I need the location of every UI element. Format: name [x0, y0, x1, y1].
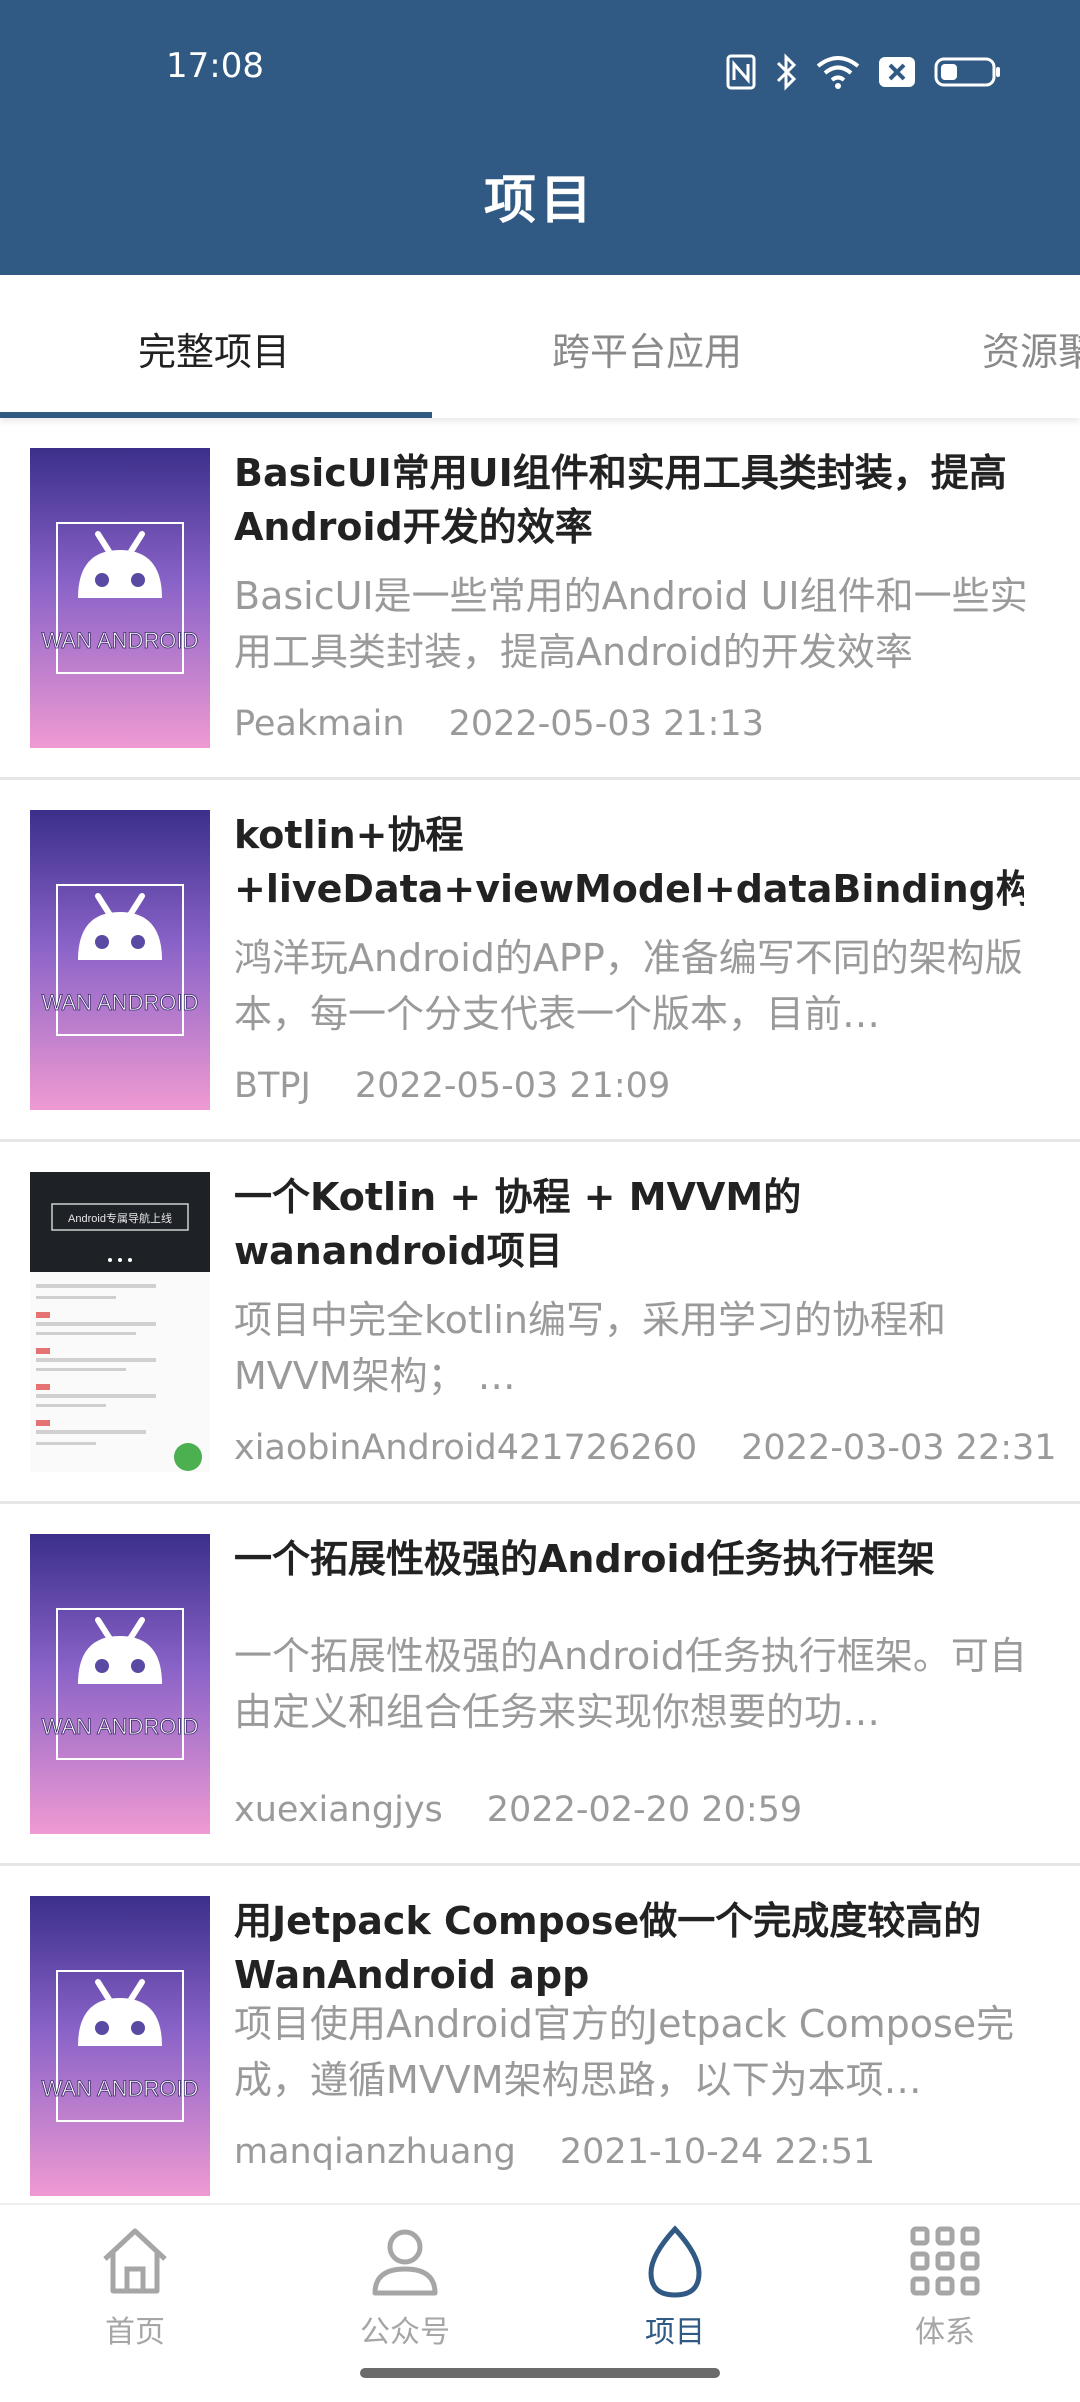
item-date: 2022-05-03 21:13	[448, 704, 764, 744]
nav-label: 体系	[915, 2315, 975, 2350]
item-title: kotlin+协程 +liveData+viewModel+dataBinding…	[234, 813, 1024, 911]
project-thumbnail: WAN ANDROID	[30, 1896, 210, 2196]
status-time: 17:08	[166, 46, 264, 86]
item-description: 一个拓展性极强的Android任务执行框架。可自由定义和组合任务来实现你想要的功…	[234, 1634, 1027, 1734]
item-meta: Peakmain 2022-05-03 21:13	[234, 704, 764, 744]
item-title: 一个拓展性极强的Android任务执行框架	[234, 1537, 935, 1581]
item-meta: xiaobinAndroid421726260 2022-03-03 22:31	[234, 1428, 1057, 1468]
nfc-icon	[726, 54, 756, 90]
nav-label: 公众号	[360, 2315, 450, 2350]
egg-icon	[648, 2225, 702, 2298]
project-list[interactable]: WAN ANDROID BasicUI常用UI组件和实用工具类封装，提高Andr…	[0, 418, 1080, 2203]
person-icon	[372, 2229, 438, 2296]
list-item[interactable]: WAN ANDROID 用Jetpack Compose做一个完成度较高的Wan…	[0, 1866, 1080, 2203]
thumb-label: WAN ANDROID	[42, 1714, 199, 1739]
item-meta: BTPJ 2022-05-03 21:09	[234, 1066, 670, 1106]
tab-indicator	[0, 412, 432, 418]
item-author: manqianzhuang	[234, 2132, 516, 2172]
item-author: Peakmain	[234, 704, 405, 744]
nav-official-accounts[interactable]: 公众号	[320, 2223, 490, 2351]
item-description: BasicUI是一些常用的Android UI组件和一些实用工具类封装，提高An…	[234, 574, 1028, 674]
tab-resource-aggregation[interactable]: 资源聚合类	[982, 321, 1080, 376]
status-icons	[726, 50, 1002, 94]
project-thumbnail: WAN ANDROID	[30, 810, 210, 1110]
project-thumbnail: WAN ANDROID	[30, 1534, 210, 1834]
page-title: 项目	[483, 171, 596, 231]
thumb-label: Android专属导航上线	[68, 1211, 172, 1225]
list-item[interactable]: WAN ANDROID kotlin+协程 +liveData+viewModel…	[0, 780, 1080, 1142]
bluetooth-icon	[776, 53, 797, 91]
item-description: 项目中完全kotlin编写，采用学习的协程和MVVM架构； …	[234, 1298, 947, 1398]
item-title: 用Jetpack Compose做一个完成度较高的WanAndroid app	[234, 1899, 982, 1997]
home-indicator[interactable]	[360, 2368, 720, 2378]
item-title: BasicUI常用UI组件和实用工具类封装，提高Android开发的效率	[234, 451, 1007, 549]
nav-home[interactable]: 首页	[50, 2223, 220, 2351]
battery-icon	[934, 57, 1000, 87]
item-description: 项目使用Android官方的Jetpack Compose完成，遵循MVVM架构…	[234, 2002, 1015, 2102]
item-date: 2022-05-03 21:09	[354, 1066, 671, 1106]
nav-system[interactable]: 体系	[860, 2223, 1030, 2351]
nav-projects[interactable]: 项目	[590, 2223, 760, 2351]
project-thumbnail: WAN ANDROID	[30, 448, 210, 748]
item-date: 2022-02-20 20:59	[486, 1790, 803, 1830]
item-meta: xuexiangjys 2022-02-20 20:59	[234, 1790, 802, 1830]
thumb-label: WAN ANDROID	[42, 990, 199, 1015]
home-icon	[103, 2228, 167, 2294]
list-item[interactable]: WAN ANDROID BasicUI常用UI组件和实用工具类封装，提高Andr…	[0, 418, 1080, 780]
list-item[interactable]: WAN ANDROID 一个拓展性极强的Android任务执行框架 一个拓展性极…	[0, 1504, 1080, 1866]
item-date: 2022-03-03 22:31	[741, 1428, 1057, 1468]
tab-cross-platform[interactable]: 跨平台应用	[552, 321, 742, 376]
item-meta: manqianzhuang 2021-10-24 22:51	[234, 2132, 875, 2172]
item-description: 鸿洋玩Android的APP，准备编写不同的架构版本，每一个分支代表一个版本，目…	[234, 936, 1023, 1036]
sim-off-icon	[879, 57, 915, 87]
item-author: BTPJ	[234, 1066, 311, 1106]
list-item[interactable]: Android专属导航上线 一个Kotlin + 协程 + MVVM的wanan…	[0, 1142, 1080, 1504]
grid-icon	[910, 2226, 980, 2296]
tab-complete-projects[interactable]: 完整项目	[138, 321, 290, 376]
item-date: 2021-10-24 22:51	[559, 2132, 876, 2172]
item-title: 一个Kotlin + 协程 + MVVM的wanandroid项目	[234, 1175, 802, 1273]
item-author: xuexiangjys	[234, 1790, 443, 1830]
project-thumbnail-screenshot: Android专属导航上线	[30, 1172, 210, 1472]
thumb-label: WAN ANDROID	[42, 628, 199, 653]
tab-bar: 完整项目 跨平台应用 资源聚合类	[0, 275, 1080, 418]
thumb-label: WAN ANDROID	[42, 2076, 199, 2101]
nav-label: 首页	[105, 2315, 165, 2350]
wifi-icon	[816, 56, 860, 89]
nav-label: 项目	[645, 2315, 705, 2350]
app-header: 17:08 项目	[0, 0, 1080, 275]
item-author: xiaobinAndroid421726260	[234, 1428, 698, 1468]
